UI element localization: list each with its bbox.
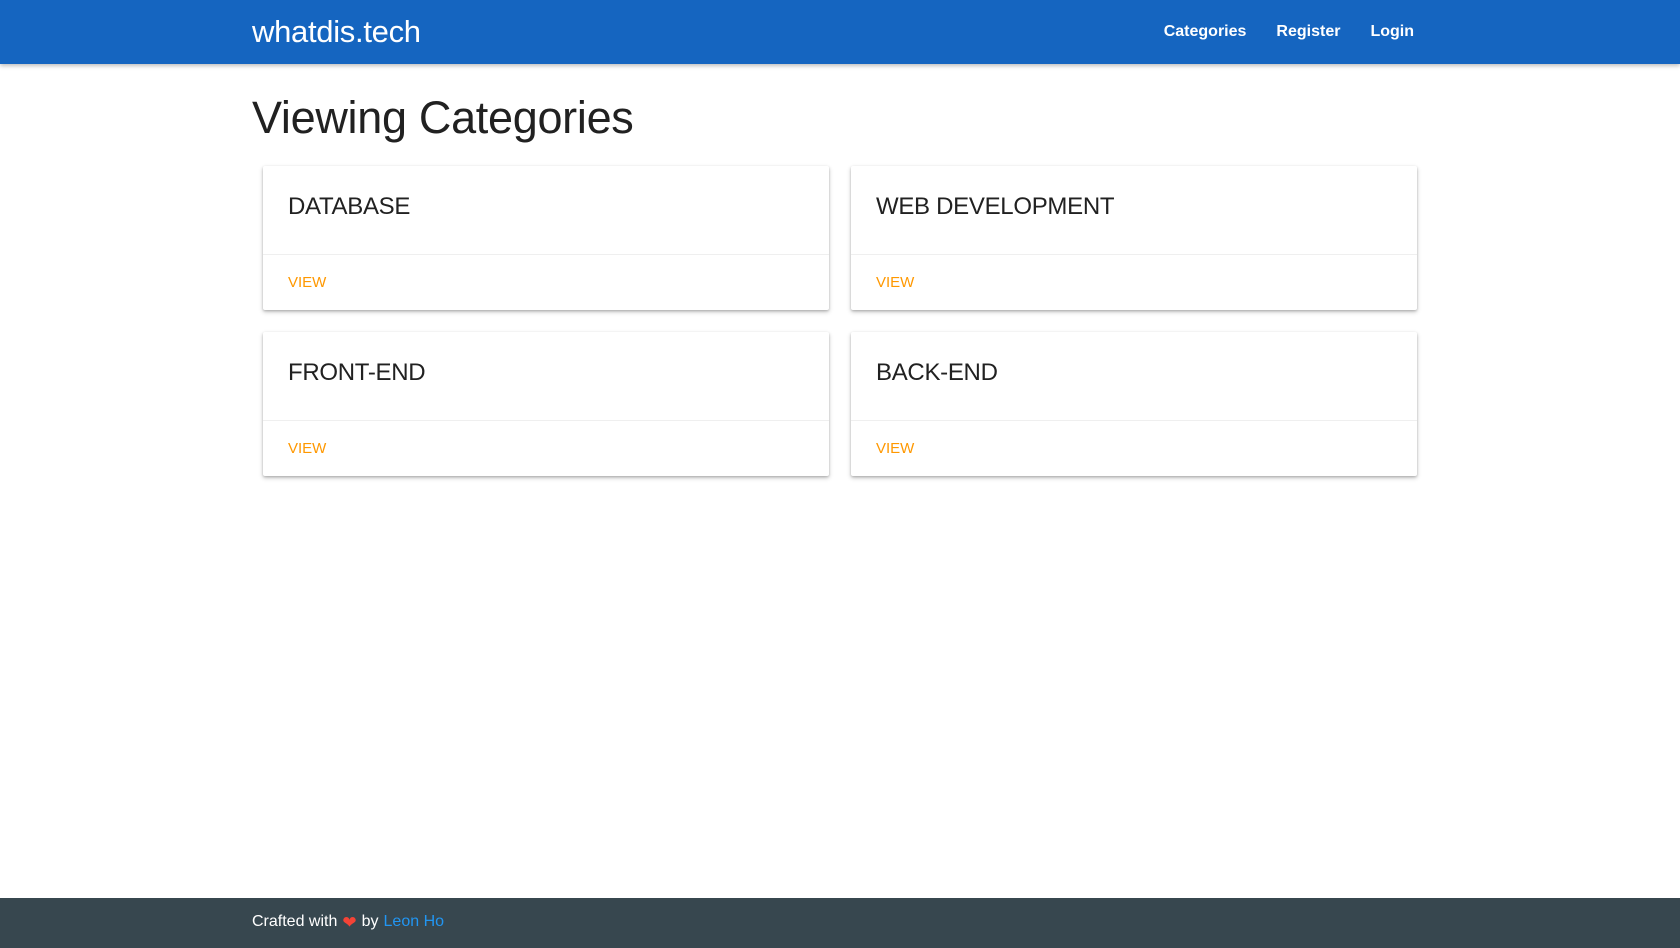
- category-title: DATABASE: [288, 193, 411, 220]
- category-title: WEB DEVELOPMENT: [876, 193, 1115, 220]
- category-card-back-end: BACK-END VIEW: [851, 332, 1417, 476]
- footer-middle: by: [361, 913, 379, 930]
- card-divider: [851, 254, 1417, 255]
- category-card-front-end: FRONT-END VIEW: [263, 332, 829, 476]
- nav-link-categories[interactable]: Categories: [1164, 23, 1247, 41]
- footer-prefix: Crafted with: [252, 913, 338, 930]
- nav-links: Categories Register Login: [1134, 0, 1414, 64]
- view-button[interactable]: VIEW: [876, 274, 914, 291]
- brand-logo[interactable]: whatdis.tech: [252, 14, 421, 50]
- heart-icon: ❤: [342, 912, 357, 932]
- page-title: Viewing Categories: [252, 92, 634, 143]
- view-button[interactable]: VIEW: [876, 440, 914, 457]
- card-divider: [851, 420, 1417, 421]
- category-card-web-development: WEB DEVELOPMENT VIEW: [851, 166, 1417, 310]
- nav-link-login[interactable]: Login: [1370, 23, 1414, 41]
- category-title: FRONT-END: [288, 359, 426, 386]
- view-button[interactable]: VIEW: [288, 440, 326, 457]
- nav-link-register[interactable]: Register: [1276, 23, 1340, 41]
- card-divider: [263, 420, 829, 421]
- footer: Crafted with ❤ by Leon Ho: [0, 898, 1680, 948]
- view-button[interactable]: VIEW: [288, 274, 326, 291]
- category-title: BACK-END: [876, 359, 998, 386]
- category-card-database: DATABASE VIEW: [263, 166, 829, 310]
- author-link[interactable]: Leon Ho: [384, 913, 445, 931]
- footer-credit: Crafted with ❤ by Leon Ho: [252, 913, 444, 931]
- navbar: whatdis.tech Categories Register Login: [0, 0, 1680, 64]
- card-divider: [263, 254, 829, 255]
